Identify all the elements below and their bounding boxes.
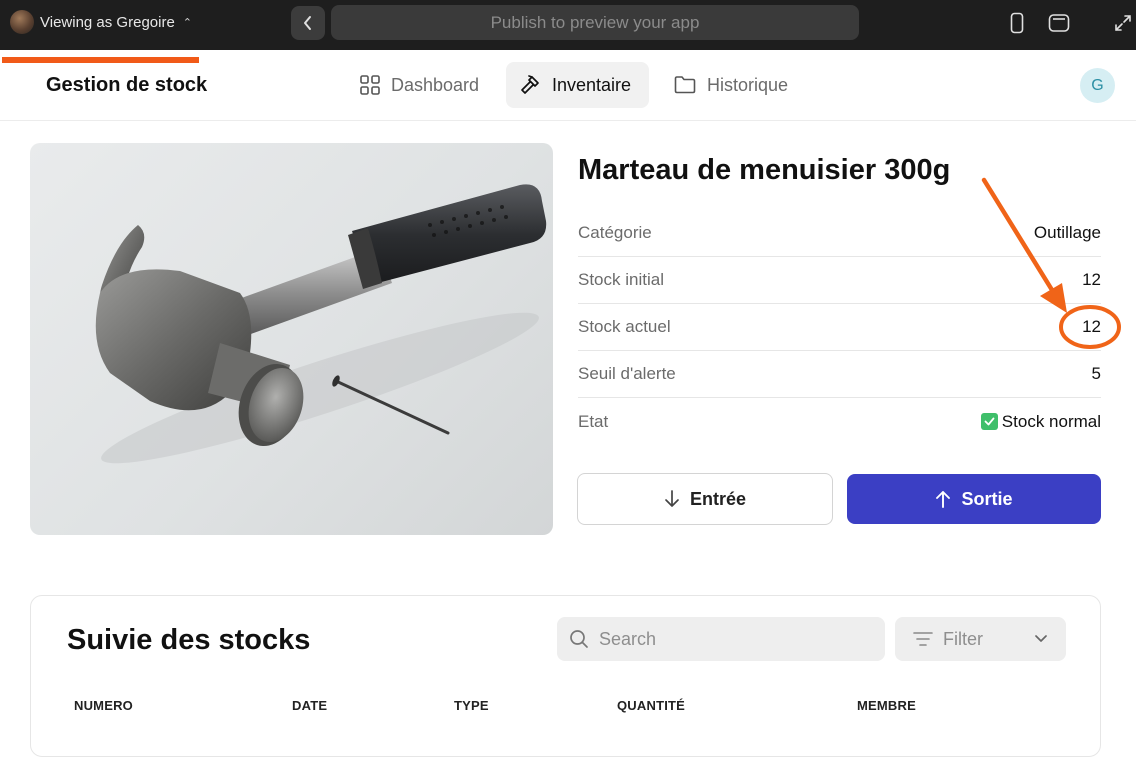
spec-value: 5 bbox=[1091, 364, 1101, 383]
sortie-button[interactable]: Sortie bbox=[847, 474, 1101, 524]
spec-row-etat: Etat Stock normal bbox=[578, 398, 1101, 445]
chevron-down-icon bbox=[1035, 635, 1047, 642]
expand-icon[interactable] bbox=[1112, 11, 1134, 35]
product-title: Marteau de menuisier 300g bbox=[578, 154, 951, 186]
stock-tracking-title: Suivie des stocks bbox=[67, 624, 311, 656]
viewer-switcher[interactable]: Viewing as Gregoire ⌃ bbox=[10, 10, 192, 34]
nav-dashboard[interactable]: Dashboard bbox=[347, 62, 491, 108]
app-preview-topbar: Viewing as Gregoire ⌃ Publish to preview… bbox=[0, 0, 1136, 50]
chevron-updown-icon: ⌃ bbox=[182, 16, 193, 29]
nav-inventaire[interactable]: Inventaire bbox=[506, 62, 649, 108]
arrow-up-icon bbox=[936, 491, 951, 508]
status-text: Stock normal bbox=[1001, 411, 1101, 431]
entree-button[interactable]: Entrée bbox=[577, 473, 833, 525]
nav-dashboard-label: Dashboard bbox=[391, 74, 480, 95]
spec-row-categorie: Catégorie Outillage bbox=[578, 210, 1101, 257]
viewer-avatar bbox=[10, 10, 34, 34]
column-header-membre[interactable]: MEMBRE bbox=[857, 698, 916, 713]
spec-label: Stock actuel bbox=[578, 317, 671, 336]
status-badge: Stock normal bbox=[980, 411, 1101, 432]
column-header-numero[interactable]: NUMERO bbox=[74, 698, 133, 713]
spec-value: 12 bbox=[1082, 317, 1101, 336]
nav-inventaire-label: Inventaire bbox=[552, 74, 632, 95]
spec-label: Seuil d'alerte bbox=[578, 364, 676, 383]
filter-label: Filter bbox=[943, 628, 983, 649]
search-icon bbox=[570, 630, 588, 648]
back-button[interactable] bbox=[291, 6, 325, 40]
user-avatar[interactable]: G bbox=[1080, 68, 1115, 103]
spec-row-seuil-alerte: Seuil d'alerte 5 bbox=[578, 351, 1101, 398]
spec-value: 12 bbox=[1082, 270, 1101, 289]
column-header-quantite[interactable]: QUANTITÉ bbox=[617, 698, 685, 713]
check-icon bbox=[980, 413, 998, 430]
spec-row-stock-actuel: Stock actuel 12 bbox=[578, 304, 1101, 351]
filter-dropdown[interactable]: Filter bbox=[895, 617, 1066, 661]
brand-title: Gestion de stock bbox=[46, 74, 208, 96]
nav-historique-label: Historique bbox=[707, 74, 789, 95]
entree-label: Entrée bbox=[689, 488, 747, 509]
column-header-date[interactable]: DATE bbox=[292, 698, 327, 713]
viewer-label: Viewing as Gregoire bbox=[40, 13, 175, 31]
search-input[interactable] bbox=[599, 628, 859, 650]
mobile-preview-icon[interactable] bbox=[1006, 11, 1028, 35]
spec-row-stock-initial: Stock initial 12 bbox=[578, 257, 1101, 304]
folder-icon bbox=[674, 76, 696, 94]
arrow-down-icon bbox=[665, 490, 679, 507]
active-indicator-bar bbox=[2, 57, 199, 63]
sortie-label: Sortie bbox=[961, 488, 1013, 509]
column-header-type[interactable]: TYPE bbox=[454, 698, 489, 713]
chevron-left-icon bbox=[304, 16, 311, 30]
stock-tracking-card: Suivie des stocks Filter NUMERO DATE TYP… bbox=[30, 595, 1101, 757]
tablet-preview-icon[interactable] bbox=[1048, 11, 1070, 35]
spec-value: Outillage bbox=[1033, 223, 1101, 242]
spec-label: Stock initial bbox=[578, 270, 664, 289]
hammer-icon bbox=[521, 75, 539, 94]
spec-label: Catégorie bbox=[578, 223, 652, 242]
filter-icon bbox=[913, 632, 933, 646]
spec-label: Etat bbox=[578, 411, 609, 431]
search-box[interactable] bbox=[557, 617, 885, 661]
grid-icon bbox=[360, 75, 380, 95]
product-image bbox=[30, 143, 553, 535]
nav-historique[interactable]: Historique bbox=[661, 62, 800, 108]
url-bar[interactable]: Publish to preview your app bbox=[331, 5, 859, 40]
